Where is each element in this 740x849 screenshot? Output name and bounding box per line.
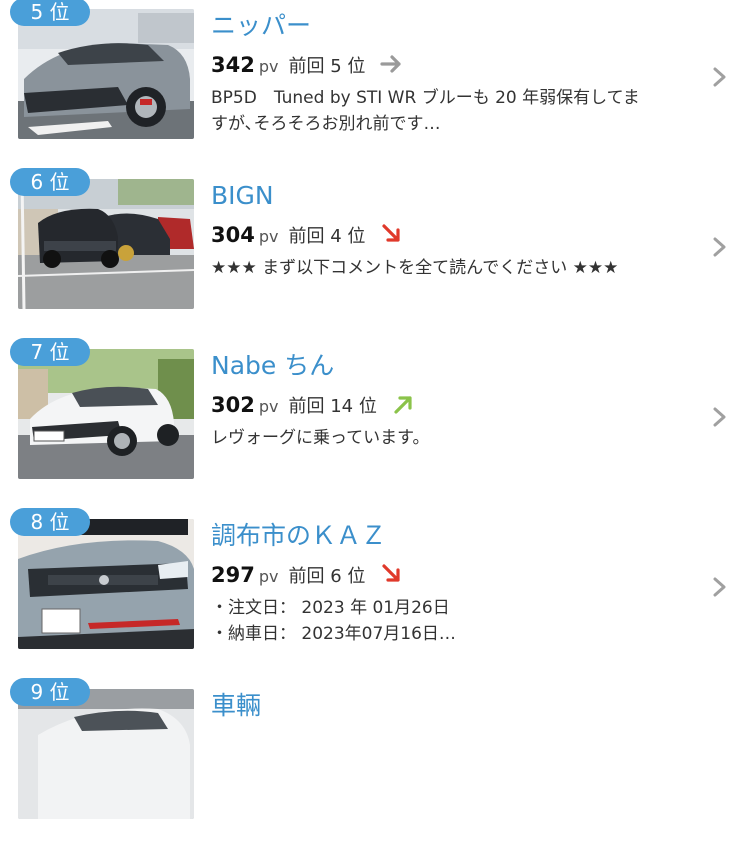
user-name[interactable]: 車輛 [211,689,261,723]
pv-count: 297 [211,563,255,587]
previous-rank: 前回 4 位 [288,226,366,247]
ranking-item[interactable]: 9 位 車輛 [0,678,740,849]
profile-description: BP5D Tuned by STI WR ブルーも 20 年弱保有してま すが､… [211,85,701,137]
pv-count: 342 [211,53,255,77]
user-name[interactable]: 調布市のＫＡＺ [211,519,386,553]
ranking-item[interactable]: 5 位 ニッパー 342 pv 前回 5 位 BP5D Tuned by STI… [0,0,740,169]
description-line: BP5D Tuned by STI WR ブルーも 20 年弱保有してま [211,88,640,108]
profile-description: ・注文日： 2023 年 01月26日 ・納車日： 2023年07月16日… [211,595,701,647]
arrow-down-right-icon [382,564,400,582]
pv-stats: 302 pv 前回 14 位 [211,391,417,419]
description-line: すが､そろそろお別れ前です… [211,114,441,134]
pv-stats: 342 pv 前回 5 位 [211,51,405,79]
rank-badge: 8 位 [10,508,90,536]
rank-badge: 5 位 [10,0,90,26]
car-photo[interactable] [18,179,194,309]
pv-stats: 304 pv 前回 4 位 [211,221,405,249]
pv-stats [211,731,225,759]
pv-stats: 297 pv 前回 6 位 [211,561,405,589]
previous-rank: 前回 14 位 [288,396,377,417]
rank-badge: 6 位 [10,168,90,196]
pv-unit: pv [258,227,279,246]
car-photo[interactable] [18,349,194,479]
ranking-list: 5 位 ニッパー 342 pv 前回 5 位 BP5D Tuned by STI… [0,0,740,849]
ranking-item[interactable]: 7 位 Nabe ちん 302 pv 前回 14 位 レヴォーグに乗っています。 [0,338,740,509]
car-photo[interactable] [18,689,194,819]
description-line: ・納車日： 2023年07月16日… [211,624,456,644]
ranking-item[interactable]: 8 位 調布市のＫＡＺ 297 pv 前回 6 位 ・注文日： 2023 年 0… [0,508,740,679]
pv-count: 302 [211,393,255,417]
arrow-down-right-icon [382,224,400,242]
user-name[interactable]: ニッパー [211,9,311,43]
user-name[interactable]: BIGN [211,179,274,213]
profile-description: レヴォーグに乗っています。 [211,425,701,451]
car-photo[interactable] [18,9,194,139]
description-line: ・注文日： 2023 年 01月26日 [211,598,450,618]
arrow-up-right-icon [393,396,412,414]
previous-rank: 前回 5 位 [288,56,366,77]
ranking-item[interactable]: 6 位 BIGN 304 pv 前回 4 位 ★★★ まず以下コメントを全て読ん… [0,168,740,339]
user-name[interactable]: Nabe ちん [211,349,334,383]
pv-unit: pv [258,397,279,416]
chevron-right-icon[interactable] [710,575,730,599]
car-photo[interactable] [18,519,194,649]
chevron-right-icon[interactable] [710,65,730,89]
rank-badge: 7 位 [10,338,90,366]
previous-rank: 前回 6 位 [288,566,366,587]
pv-count: 304 [211,223,255,247]
rank-badge: 9 位 [10,678,90,706]
chevron-right-icon[interactable] [710,405,730,429]
description-line: ★★★ まず以下コメントを全て読んでください ★★★ [211,258,619,278]
pv-unit: pv [258,57,279,76]
arrow-right-icon [380,55,401,73]
chevron-right-icon[interactable] [710,235,730,259]
pv-unit: pv [258,567,279,586]
profile-description: ★★★ まず以下コメントを全て読んでください ★★★ [211,255,701,281]
description-line: レヴォーグに乗っています。 [211,428,430,448]
